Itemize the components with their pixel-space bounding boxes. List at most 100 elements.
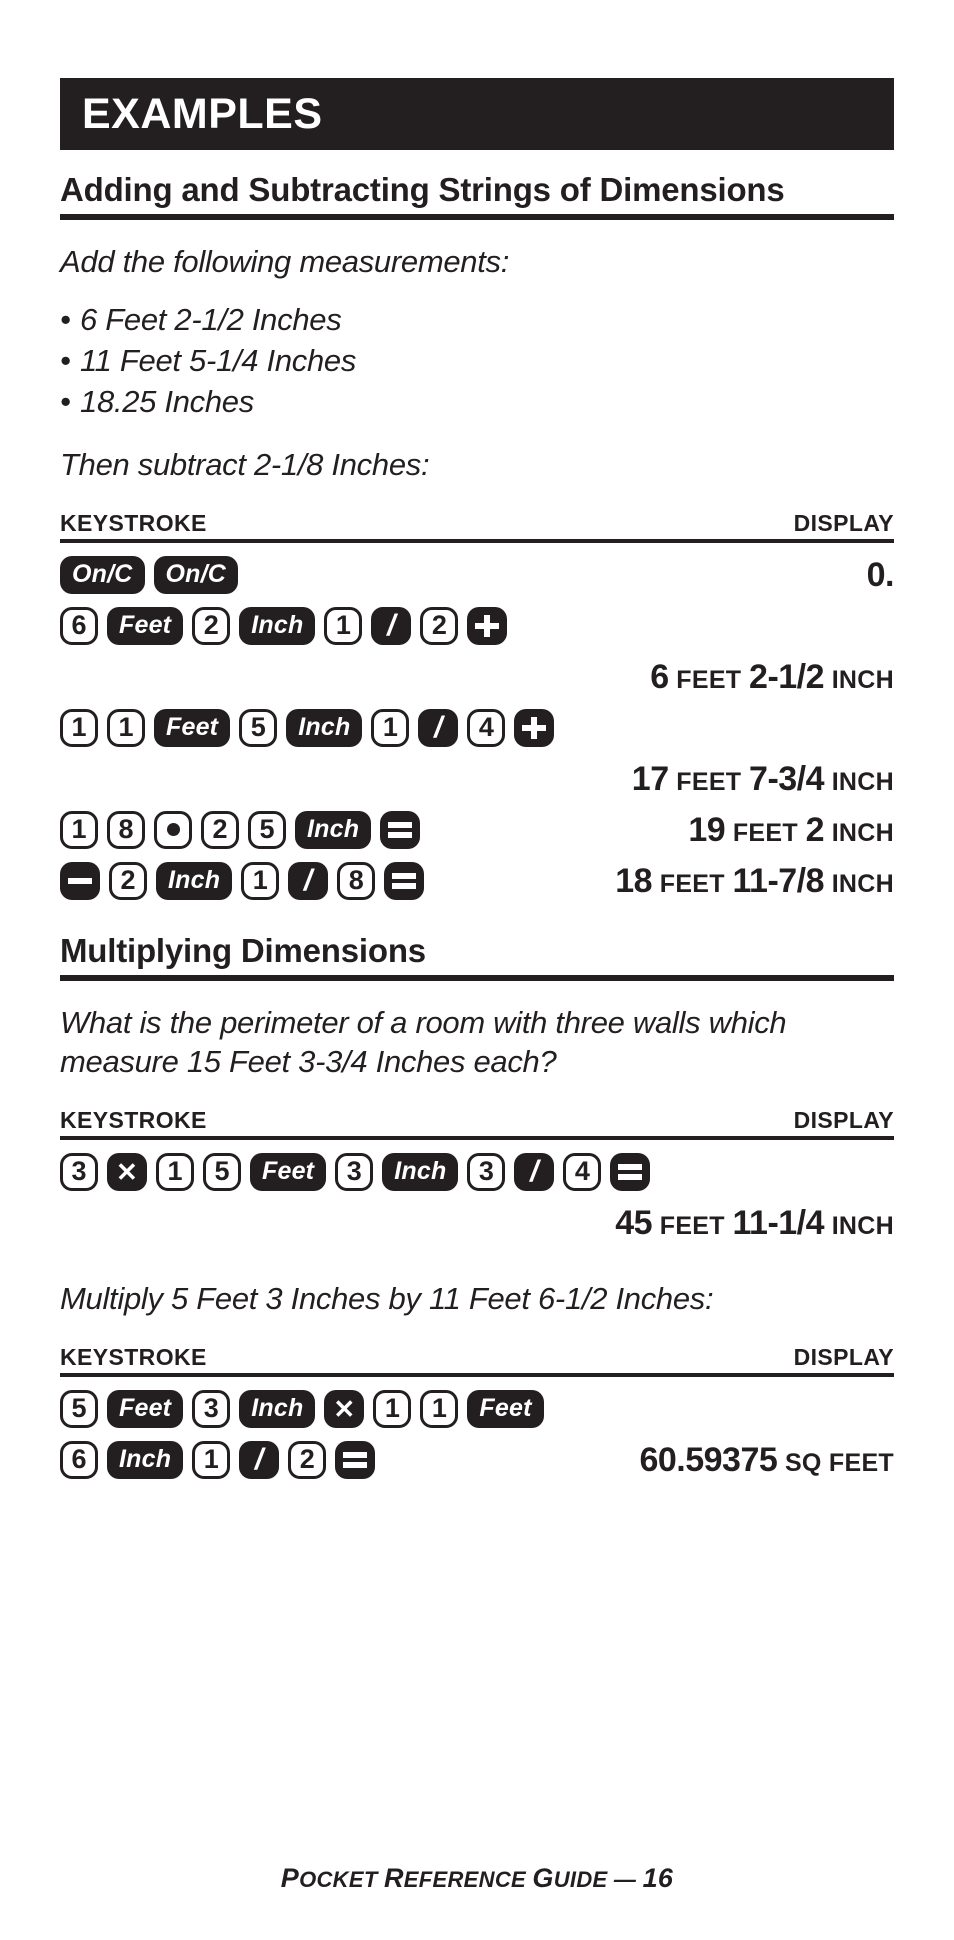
keystroke-row: 6 FEET 2-1/2 INCH: [60, 655, 894, 699]
display-column-header: DISPLAY: [793, 1106, 894, 1133]
key-digit-6[interactable]: 6: [60, 606, 98, 645]
display-number: 45: [615, 1203, 653, 1242]
display-number: 7-3/4: [749, 759, 825, 798]
key-inch[interactable]: Inch: [156, 861, 233, 900]
reference-guide-page: EXAMPLES Adding and Subtracting Strings …: [0, 78, 954, 1940]
key-digit-3[interactable]: 3: [467, 1152, 506, 1191]
key-digit-3[interactable]: 3: [60, 1152, 98, 1191]
footer-text-part: EFERENCE: [403, 1867, 533, 1892]
display-number: 11-7/8: [732, 861, 825, 900]
key-inch[interactable]: Inch: [239, 606, 316, 645]
key-digit-5[interactable]: 5: [239, 708, 278, 747]
key-digit-4[interactable]: 4: [563, 1152, 602, 1191]
key-multiply[interactable]: ✕: [107, 1152, 147, 1191]
keystroke-row: 6 Inch 1/2 60.59375 SQ FEET: [60, 1438, 894, 1482]
section1-then: Then subtract 2-1/8 Inches:: [60, 446, 430, 482]
display-column-header: DISPLAY: [793, 509, 894, 536]
display-value: 45 FEET 11-1/4 INCH: [615, 1206, 894, 1240]
key-divide[interactable]: /: [514, 1152, 555, 1191]
key-inch[interactable]: Inch: [382, 1152, 459, 1191]
key-sequence: 1 8 2 5 Inch: [60, 810, 429, 849]
display-unit: FEET: [676, 665, 742, 694]
key-inch[interactable]: Inch: [286, 708, 363, 747]
display-unit: INCH: [831, 665, 894, 694]
key-multiply[interactable]: ✕: [324, 1389, 365, 1428]
section2-intro: What is the perimeter of a room with thr…: [60, 1004, 787, 1079]
display-number: 19: [688, 810, 726, 849]
display-number: 2-1/2: [749, 657, 825, 696]
key-equals[interactable]: [610, 1152, 651, 1191]
key-decimal-point[interactable]: [154, 810, 192, 849]
keystroke-row: 5 Feet 3 Inch ✕ 1 1 Feet: [60, 1387, 894, 1431]
key-digit-4[interactable]: 4: [467, 708, 506, 747]
key-plus[interactable]: [514, 708, 555, 747]
key-digit-1[interactable]: 1: [156, 1152, 194, 1191]
section2-keystroke-table: 3 ✕ 1 5 Feet 3 Inch 3/4 45 FEET 11-1/4 INCH: [60, 1150, 894, 1245]
key-digit-1[interactable]: 1: [371, 708, 410, 747]
page-footer: POCKET REFERENCE GUIDE — 16: [0, 1863, 954, 1894]
key-divide[interactable]: /: [288, 861, 329, 900]
key-digit-1[interactable]: 1: [107, 708, 145, 747]
keystroke-row: 2 Inch 1/8 18 FEET 11-7/8 INCH: [60, 859, 894, 903]
key-inch[interactable]: Inch: [295, 810, 372, 849]
key-digit-5[interactable]: 5: [203, 1152, 241, 1191]
key-digit-8[interactable]: 8: [107, 810, 145, 849]
key-inch[interactable]: Inch: [239, 1389, 316, 1428]
key-divide[interactable]: /: [418, 708, 459, 747]
keystroke-row: 45 FEET 11-1/4 INCH: [60, 1201, 894, 1245]
display-value: 17 FEET 7-3/4 INCH: [632, 762, 894, 796]
key-on-c[interactable]: On/C: [60, 555, 145, 594]
key-digit-8[interactable]: 8: [337, 861, 376, 900]
key-divide[interactable]: /: [239, 1440, 280, 1479]
keystroke-row: On/C On/C 0.: [60, 553, 895, 597]
display-unit: FEET: [732, 818, 798, 847]
key-feet[interactable]: Feet: [250, 1152, 327, 1191]
key-equals[interactable]: [335, 1440, 376, 1479]
key-on-c[interactable]: On/C: [153, 555, 239, 594]
keystroke-display-header: KEYSTROKE DISPLAY: [60, 510, 894, 543]
key-digit-2[interactable]: 2: [192, 606, 231, 645]
display-unit: FEET: [659, 869, 725, 898]
key-feet[interactable]: Feet: [467, 1389, 544, 1428]
key-divide[interactable]: /: [371, 606, 412, 645]
key-digit-2[interactable]: 2: [420, 606, 459, 645]
key-plus[interactable]: [467, 606, 508, 645]
key-sequence: 2 Inch 1/8: [60, 861, 433, 900]
key-sequence: On/C On/C: [60, 555, 247, 594]
key-digit-5[interactable]: 5: [248, 810, 286, 849]
key-digit-1[interactable]: 1: [241, 861, 280, 900]
display-number: 17: [631, 759, 669, 798]
key-inch[interactable]: Inch: [107, 1440, 184, 1479]
section2-intro2: Multiply 5 Feet 3 Inches by 11 Feet 6-1/…: [60, 1280, 714, 1316]
key-digit-2[interactable]: 2: [288, 1440, 327, 1479]
display-value: 18 FEET 11-7/8 INCH: [615, 864, 894, 898]
key-digit-6[interactable]: 6: [60, 1440, 98, 1479]
key-digit-1[interactable]: 1: [324, 606, 363, 645]
measurement-list: • 6 Feet 2-1/2 Inches • 11 Feet 5-1/4 Inch…: [60, 299, 894, 423]
key-digit-3[interactable]: 3: [335, 1152, 374, 1191]
keystroke-display-header-3: KEYSTROKE DISPLAY: [60, 1344, 894, 1377]
key-equals[interactable]: [380, 810, 421, 849]
key-feet[interactable]: Feet: [107, 1389, 184, 1428]
footer-text-part: R: [383, 1863, 404, 1893]
key-digit-5[interactable]: 5: [60, 1389, 98, 1428]
section1-intro: Add the following measurements:: [60, 243, 510, 279]
key-equals[interactable]: [384, 861, 425, 900]
key-digit-1[interactable]: 1: [420, 1389, 459, 1428]
key-digit-3[interactable]: 3: [192, 1389, 231, 1428]
key-feet[interactable]: Feet: [107, 606, 184, 645]
key-digit-1[interactable]: 1: [60, 708, 98, 747]
section3-keystroke-table: 5 Feet 3 Inch ✕ 1 1 Feet 6 Inch 1/2 60.59375 SQ FEE…: [60, 1387, 894, 1482]
list-item: • 18.25 Inches: [60, 381, 894, 422]
key-digit-1[interactable]: 1: [60, 810, 98, 849]
footer-text-part: OCKET: [299, 1867, 384, 1892]
key-digit-1[interactable]: 1: [373, 1389, 412, 1428]
keystroke-row: 1 8 2 5 Inch 19 FEET 2 INCH: [60, 808, 894, 852]
key-minus[interactable]: [60, 861, 100, 900]
display-value: 0.: [867, 558, 895, 592]
key-digit-2[interactable]: 2: [201, 810, 239, 849]
key-feet[interactable]: Feet: [154, 708, 231, 747]
key-digit-2[interactable]: 2: [109, 861, 147, 900]
key-digit-1[interactable]: 1: [192, 1440, 231, 1479]
bullet-icon: •: [60, 384, 71, 420]
